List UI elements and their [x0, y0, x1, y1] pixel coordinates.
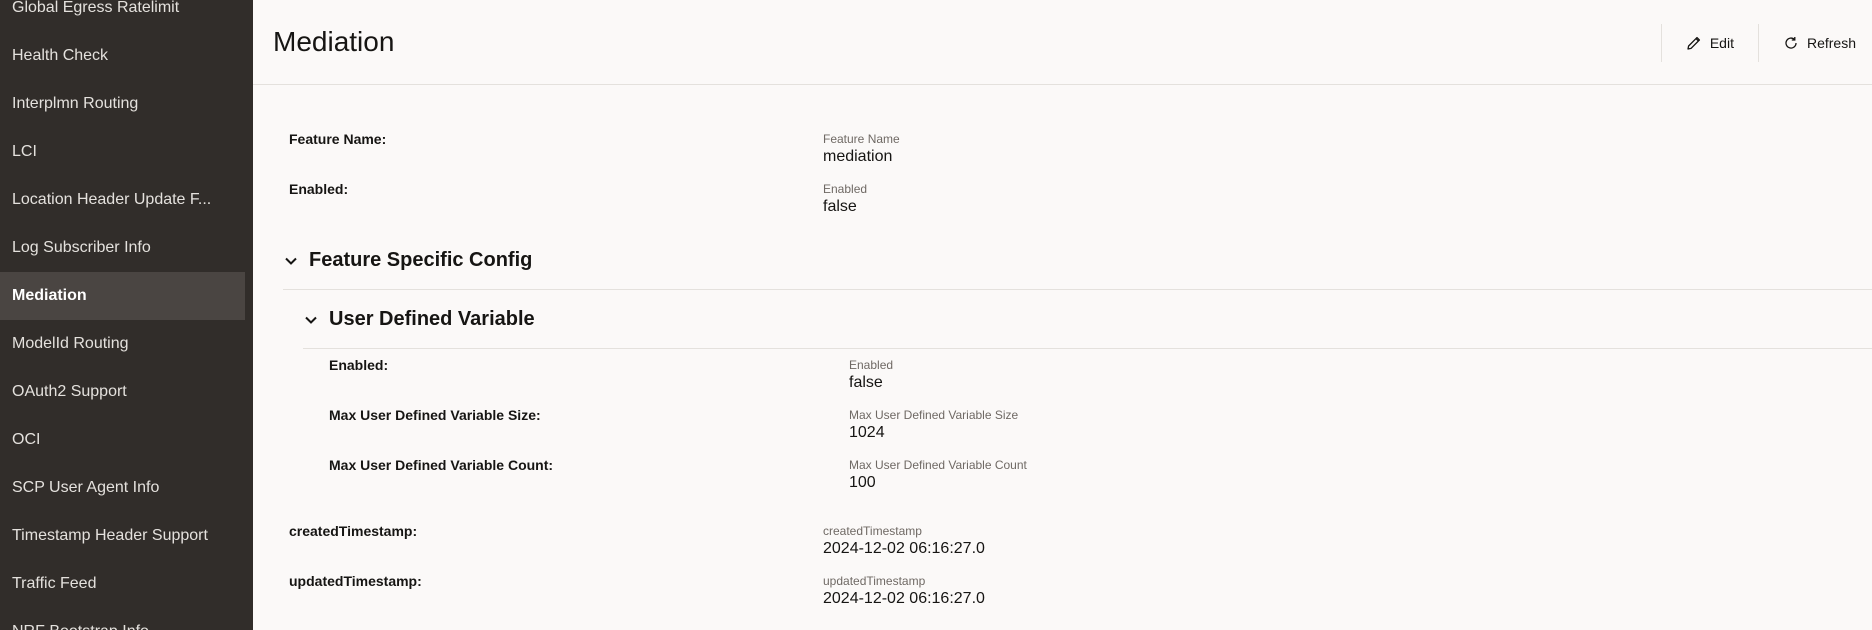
- feature-name-value-block: Feature Name mediation: [823, 132, 900, 166]
- pencil-icon: [1687, 36, 1700, 50]
- enabled-label: Enabled:: [289, 181, 349, 197]
- section-divider: [283, 289, 1872, 290]
- sidebar-item-scp-user-agent-info[interactable]: SCP User Agent Info: [0, 464, 233, 512]
- created-timestamp-label: createdTimestamp:: [289, 523, 418, 539]
- sidebar-list: Global Egress Ratelimit Health Check Int…: [0, 0, 253, 630]
- sidebar: Global Egress Ratelimit Health Check Int…: [0, 0, 253, 630]
- udv-max-count-label: Max User Defined Variable Count:: [329, 457, 554, 473]
- edit-button[interactable]: Edit: [1660, 24, 1758, 62]
- sidebar-item-lci[interactable]: LCI: [0, 128, 233, 176]
- main-panel: Mediation Edit Refresh Feature Name: Fea…: [253, 0, 1872, 630]
- feature-specific-config-toggle[interactable]: Feature Specific Config: [283, 249, 532, 272]
- sidebar-item-timestamp-header-support[interactable]: Timestamp Header Support: [0, 512, 233, 560]
- refresh-label: Refresh: [1806, 35, 1856, 51]
- updated-timestamp-value-block: updatedTimestamp 2024-12-02 06:16:27.0: [823, 574, 985, 608]
- sidebar-item-mediation[interactable]: Mediation: [0, 272, 245, 320]
- subsection-divider: [303, 348, 1872, 349]
- updated-timestamp-value: 2024-12-02 06:16:27.0: [823, 590, 985, 607]
- enabled-value: false: [823, 198, 857, 215]
- udv-max-size-label: Max User Defined Variable Size:: [329, 407, 541, 423]
- udv-max-count-value: 100: [849, 474, 876, 491]
- feature-name-caption: Feature Name: [823, 132, 900, 146]
- refresh-icon: [1785, 37, 1797, 49]
- toolbar: Edit Refresh: [1660, 24, 1872, 62]
- udv-max-size-value: 1024: [849, 424, 885, 441]
- udv-max-count-value-block: Max User Defined Variable Count 100: [849, 458, 1027, 492]
- created-timestamp-value-block: createdTimestamp 2024-12-02 06:16:27.0: [823, 524, 985, 558]
- chevron-down-icon: [305, 316, 317, 324]
- page-title: Mediation: [273, 26, 395, 57]
- enabled-value-block: Enabled false: [823, 182, 867, 216]
- created-timestamp-caption: createdTimestamp: [823, 524, 922, 538]
- updated-timestamp-caption: updatedTimestamp: [823, 574, 926, 588]
- sidebar-item-nrf-bootstrap-info[interactable]: NRF Bootstrap Info: [0, 608, 233, 630]
- sidebar-item-log-subscriber-info[interactable]: Log Subscriber Info: [0, 224, 233, 272]
- sidebar-item-location-header-update[interactable]: Location Header Update F...: [0, 176, 233, 224]
- feature-specific-config-title: Feature Specific Config: [309, 249, 533, 271]
- feature-name-value: mediation: [823, 148, 893, 165]
- udv-enabled-label: Enabled:: [329, 357, 389, 373]
- sidebar-item-traffic-feed[interactable]: Traffic Feed: [0, 560, 233, 608]
- udv-enabled-value-block: Enabled false: [849, 358, 893, 392]
- sidebar-item-modelid-routing[interactable]: ModelId Routing: [0, 320, 233, 368]
- sidebar-item-global-egress-ratelimit[interactable]: Global Egress Ratelimit: [0, 0, 233, 32]
- udv-enabled-value: false: [849, 374, 883, 391]
- user-defined-variable-toggle[interactable]: User Defined Variable: [303, 308, 535, 331]
- user-defined-variable-title: User Defined Variable: [329, 308, 535, 330]
- udv-max-count-caption: Max User Defined Variable Count: [849, 458, 1027, 472]
- feature-name-label: Feature Name:: [289, 131, 387, 147]
- updated-timestamp-label: updatedTimestamp:: [289, 573, 422, 589]
- created-timestamp-value: 2024-12-02 06:16:27.0: [823, 540, 985, 557]
- udv-max-size-value-block: Max User Defined Variable Size 1024: [849, 408, 1018, 442]
- sidebar-item-interplmn-routing[interactable]: Interplmn Routing: [0, 80, 233, 128]
- udv-enabled-caption: Enabled: [849, 358, 894, 372]
- enabled-caption: Enabled: [823, 182, 868, 196]
- sidebar-item-health-check[interactable]: Health Check: [0, 32, 233, 80]
- chevron-down-icon: [285, 257, 297, 265]
- edit-label: Edit: [1709, 35, 1734, 51]
- udv-max-size-caption: Max User Defined Variable Size: [849, 408, 1019, 422]
- page-header: Mediation Edit Refresh: [253, 0, 1872, 85]
- sidebar-item-oci[interactable]: OCI: [0, 416, 233, 464]
- refresh-button[interactable]: Refresh: [1757, 24, 1872, 62]
- sidebar-item-oauth2-support[interactable]: OAuth2 Support: [0, 368, 233, 416]
